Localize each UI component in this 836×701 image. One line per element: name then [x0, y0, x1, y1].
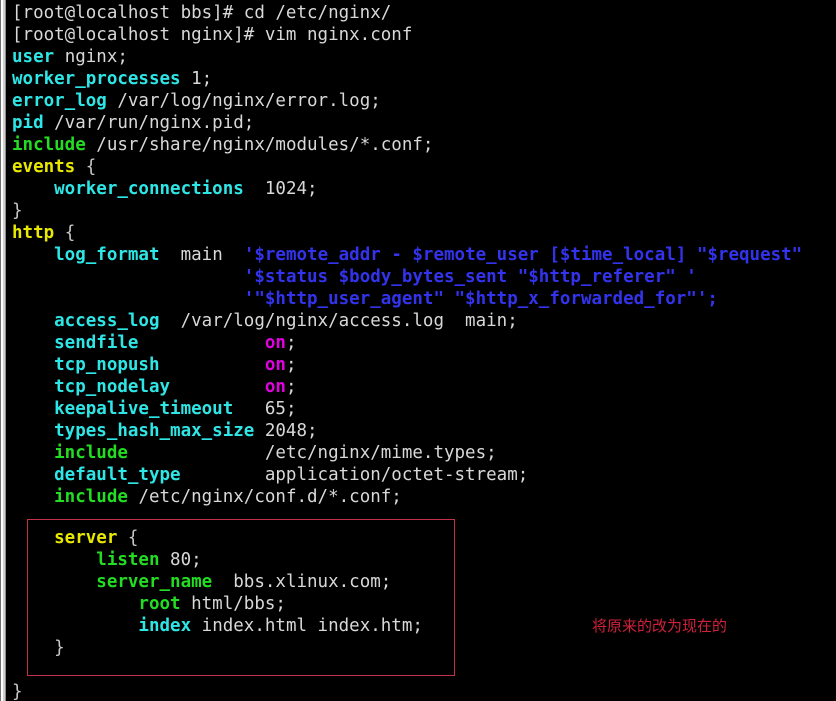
terminal-line: types_hash_max_size 2048;: [12, 420, 318, 442]
terminal-line: [root@localhost bbs]# cd /etc/nginx/: [12, 2, 391, 24]
terminal-token: '"$http_user_agent" "$http_x_forwarded_f…: [243, 289, 718, 309]
terminal-token: worker_processes: [12, 69, 181, 89]
terminal-token: {: [75, 157, 97, 177]
terminal-token: sendfile: [12, 333, 139, 353]
terminal-token: user: [12, 47, 55, 67]
terminal-token: tcp_nopush: [12, 355, 160, 375]
terminal-token: /etc/nginx/mime.types;: [127, 443, 497, 463]
terminal-token: keepalive_timeout: [12, 399, 234, 419]
terminal-line: server {: [12, 527, 138, 549]
terminal-text-area[interactable]: [root@localhost bbs]# cd /etc/nginx/[roo…: [12, 0, 836, 701]
terminal-token: '$status $body_bytes_sent "$http_referer…: [243, 267, 697, 287]
terminal-token: pid: [12, 113, 44, 133]
terminal-line: }: [12, 681, 23, 701]
terminal-token: /var/run/nginx.pid;: [43, 113, 255, 133]
terminal-line: worker_processes 1;: [12, 68, 212, 90]
terminal-line: log_format main '$remote_addr - $remote_…: [12, 244, 802, 266]
terminal-line: events {: [12, 156, 96, 178]
terminal-token: nginx;: [54, 47, 128, 67]
terminal-token: include: [12, 135, 86, 155]
terminal-token: events: [12, 157, 76, 177]
terminal-token: /etc/nginx/conf.d/*.conf;: [127, 487, 402, 507]
terminal-token: 1024;: [243, 179, 318, 199]
terminal-line: sendfile on;: [12, 332, 297, 354]
terminal-token: }: [12, 201, 23, 221]
terminal-token: [root@localhost nginx]# vim nginx.conf: [12, 25, 413, 45]
terminal-token: /usr/share/nginx/modules/*.conf;: [85, 135, 434, 155]
terminal-token: server_name: [12, 572, 213, 592]
terminal-line: include /usr/share/nginx/modules/*.conf;: [12, 134, 433, 156]
terminal-token: /var/log/nginx/error.log;: [106, 91, 381, 111]
terminal-token: 80;: [159, 550, 202, 570]
terminal-line: error_log /var/log/nginx/error.log;: [12, 90, 381, 112]
terminal-screen: [root@localhost bbs]# cd /etc/nginx/[roo…: [0, 0, 836, 701]
terminal-token: html/bbs;: [180, 594, 286, 614]
terminal-line: pid /var/run/nginx.pid;: [12, 112, 254, 134]
terminal-token: 1;: [180, 69, 213, 89]
terminal-token: bbs.xlinux.com;: [212, 572, 392, 592]
terminal-token: }: [12, 638, 65, 658]
terminal-token: root: [12, 594, 181, 614]
terminal-token: tcp_nodelay: [12, 377, 171, 397]
terminal-token: access_log: [12, 311, 160, 331]
terminal-token: index.html index.htm;: [191, 616, 423, 636]
terminal-token: main: [159, 245, 244, 265]
terminal-token: ;: [285, 377, 297, 397]
terminal-token: http: [12, 223, 55, 243]
terminal-line: listen 80;: [12, 549, 202, 571]
terminal-line: default_type application/octet-stream;: [12, 464, 528, 486]
terminal-line: user nginx;: [12, 46, 128, 68]
terminal-token: include: [12, 487, 128, 507]
terminal-line: index index.html index.htm;: [12, 615, 423, 637]
terminal-token: ;: [285, 355, 297, 375]
terminal-token: types_hash_max_size: [12, 421, 255, 441]
terminal-token: on: [264, 333, 286, 353]
window-scrollbar[interactable]: [0, 0, 12, 701]
terminal-line: keepalive_timeout 65;: [12, 398, 296, 420]
terminal-line: http {: [12, 222, 75, 244]
terminal-token: ;: [285, 333, 297, 353]
terminal-line: include /etc/nginx/conf.d/*.conf;: [12, 486, 402, 508]
terminal-line: '$status $body_bytes_sent "$http_referer…: [12, 266, 697, 288]
terminal-token: index: [12, 616, 192, 636]
terminal-line: include /etc/nginx/mime.types;: [12, 442, 497, 464]
terminal-token: default_type: [12, 465, 181, 485]
terminal-token: }: [12, 682, 23, 701]
terminal-token: log_format: [12, 245, 160, 265]
terminal-token: 2048;: [254, 421, 318, 441]
terminal-token: listen: [12, 550, 160, 570]
terminal-token: on: [264, 377, 286, 397]
terminal-line: }: [12, 200, 23, 222]
terminal-token: {: [54, 223, 76, 243]
terminal-token: application/octet-stream;: [180, 465, 529, 485]
terminal-line: access_log /var/log/nginx/access.log mai…: [12, 310, 518, 332]
terminal-line: tcp_nodelay on;: [12, 376, 297, 398]
terminal-token: error_log: [12, 91, 107, 111]
terminal-line: [root@localhost nginx]# vim nginx.conf: [12, 24, 412, 46]
terminal-line: server_name bbs.xlinux.com;: [12, 571, 391, 593]
terminal-token: 65;: [233, 399, 297, 419]
terminal-token: [root@localhost bbs]# cd /etc/nginx/: [12, 3, 392, 23]
terminal-token: include: [12, 443, 128, 463]
terminal-token: worker_connections: [12, 179, 244, 199]
annotation-text: 将原来的改为现在的: [592, 617, 728, 635]
terminal-line: root html/bbs;: [12, 593, 286, 615]
terminal-line: worker_connections 1024;: [12, 178, 318, 200]
terminal-token: '$remote_addr - $remote_user [$time_loca…: [243, 245, 803, 265]
terminal-token: on: [264, 355, 286, 375]
terminal-line: '"$http_user_agent" "$http_x_forwarded_f…: [12, 288, 718, 310]
terminal-token: {: [117, 528, 139, 548]
terminal-line: }: [12, 637, 65, 659]
terminal-line: tcp_nopush on;: [12, 354, 297, 376]
terminal-token: /var/log/nginx/access.log main;: [159, 311, 518, 331]
terminal-token: server: [12, 528, 118, 548]
